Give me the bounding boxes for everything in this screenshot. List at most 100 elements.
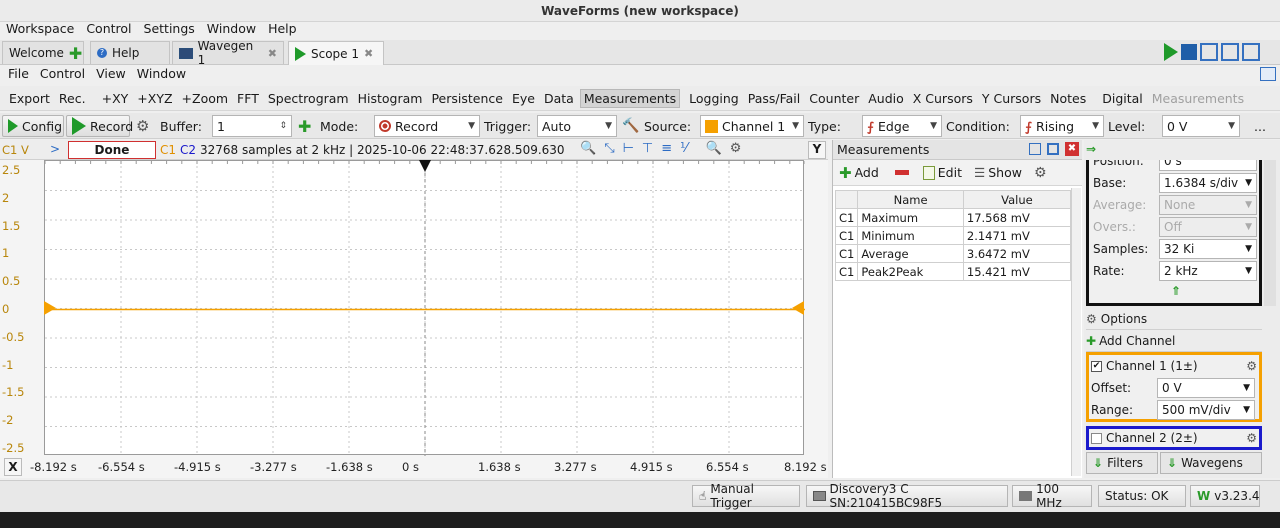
- source-select[interactable]: Channel 1 ▼: [700, 115, 804, 137]
- ribbon-eye[interactable]: Eye: [512, 91, 535, 106]
- ribbon-fft[interactable]: FFT: [237, 91, 259, 106]
- offset-input[interactable]: 0 V ▼: [1157, 378, 1255, 398]
- stop-all-icon[interactable]: [1181, 44, 1197, 60]
- zoom-icon[interactable]: 🔍: [580, 141, 596, 156]
- ribbon-counter[interactable]: Counter: [809, 91, 859, 106]
- zoom-area-icon[interactable]: ⤡: [604, 141, 614, 156]
- scale-icon[interactable]: ⅟: [680, 141, 687, 156]
- close-icon[interactable]: ✖: [268, 47, 277, 60]
- version-button[interactable]: W v3.23.4: [1190, 485, 1260, 507]
- device-button[interactable]: Discovery3 C SN:210415BC98F5: [806, 482, 1008, 510]
- restore-icon[interactable]: [1029, 143, 1041, 155]
- y-axis-button[interactable]: Y: [808, 141, 826, 159]
- maximize-icon[interactable]: [1047, 143, 1059, 155]
- tab-help[interactable]: ? Help: [90, 41, 170, 64]
- ribbon-export[interactable]: Export: [9, 91, 50, 106]
- menu-settings[interactable]: Settings: [144, 22, 195, 40]
- base-select[interactable]: 1.6384 s/div ▼: [1159, 173, 1257, 193]
- close-icon[interactable]: ✖: [1065, 142, 1079, 156]
- ribbon-xy[interactable]: +XY: [102, 91, 129, 106]
- options-row[interactable]: ⚙ Options: [1086, 308, 1262, 330]
- show-measurement-button[interactable]: ☰ Show: [974, 165, 1022, 180]
- c1-tag[interactable]: C1: [160, 143, 176, 157]
- menu-view[interactable]: View: [96, 66, 126, 84]
- table-row[interactable]: C1 Average 3.6472 mV: [834, 244, 1072, 263]
- ribbon-notes[interactable]: Notes: [1050, 91, 1086, 106]
- ribbon-histogram[interactable]: Histogram: [358, 91, 423, 106]
- samples-select[interactable]: 32 Ki ▼: [1159, 239, 1257, 259]
- config-button[interactable]: Config: [2, 115, 64, 137]
- trigger-level-marker[interactable]: [792, 301, 804, 315]
- zoom-y-icon[interactable]: ⊤: [642, 141, 653, 156]
- run-all-icon[interactable]: [1164, 43, 1178, 61]
- settings-scrollbar[interactable]: [1264, 160, 1276, 306]
- ribbon-x-cursors[interactable]: X Cursors: [913, 91, 973, 106]
- more-button[interactable]: ...: [1254, 115, 1266, 137]
- measurements-scrollbar[interactable]: [1071, 188, 1081, 476]
- tab-scope-1[interactable]: Scope 1 ✖: [288, 41, 384, 65]
- filters-button[interactable]: ⇓ Filters: [1086, 452, 1158, 474]
- zoom-out-icon[interactable]: 🔍: [706, 141, 722, 156]
- gear-icon[interactable]: ⚙: [1246, 431, 1257, 445]
- add-plus-icon[interactable]: ✚: [298, 115, 311, 137]
- edit-measurement-button[interactable]: Edit: [922, 165, 962, 180]
- record-button[interactable]: Record: [66, 115, 133, 137]
- hammer-icon[interactable]: 🔨: [622, 115, 639, 137]
- clock-button[interactable]: 100 MHz: [1012, 482, 1092, 510]
- type-select[interactable]: ⨍ Edge ▼: [862, 115, 942, 137]
- ribbon-measurements[interactable]: Measurements: [579, 88, 681, 108]
- ribbon-audio[interactable]: Audio: [868, 91, 904, 106]
- align-icon[interactable]: ≡: [661, 141, 672, 156]
- level-input[interactable]: 0 V ▼: [1162, 115, 1240, 137]
- wavegens-button[interactable]: ⇓ Wavegens: [1160, 452, 1262, 474]
- range-select[interactable]: 500 mV/div ▼: [1157, 400, 1255, 420]
- position-input[interactable]: 0 s: [1159, 160, 1257, 171]
- tab-welcome[interactable]: Welcome ✚: [2, 41, 84, 64]
- table-row[interactable]: C1 Maximum 17.568 mV: [834, 208, 1072, 227]
- zoom-x-icon[interactable]: ⊢: [623, 141, 634, 156]
- ribbon-zoom[interactable]: +Zoom: [182, 91, 229, 106]
- remove-measurement-button[interactable]: [894, 170, 909, 175]
- plot-canvas[interactable]: [44, 160, 806, 456]
- arrow-up-icon[interactable]: ⇑: [1171, 284, 1181, 298]
- menu-workspace[interactable]: Workspace: [6, 22, 74, 40]
- ribbon-persistence[interactable]: Persistence: [431, 91, 503, 106]
- menu-window[interactable]: Window: [207, 22, 256, 40]
- status-button[interactable]: Status: OK: [1098, 485, 1186, 507]
- menu-control[interactable]: Control: [86, 22, 131, 40]
- ribbon-data[interactable]: Data: [544, 91, 574, 106]
- ribbon-xyz[interactable]: +XYZ: [137, 91, 172, 106]
- manual-trigger-button[interactable]: ☝ Manual Trigger: [692, 482, 800, 510]
- gear-icon[interactable]: ⚙: [1246, 359, 1257, 373]
- table-row[interactable]: C1 Minimum 2.1471 mV: [834, 226, 1072, 245]
- close-icon[interactable]: ✖: [364, 47, 373, 60]
- ribbon-logging[interactable]: Logging: [689, 91, 739, 106]
- trigger-select[interactable]: Auto ▼: [537, 115, 617, 137]
- channel1-checkbox[interactable]: ✔: [1091, 360, 1102, 372]
- menu-file[interactable]: File: [8, 66, 29, 84]
- x-axis-button[interactable]: X: [4, 458, 22, 476]
- overs-select[interactable]: Off ▼: [1159, 217, 1257, 237]
- add-measurement-button[interactable]: ✚ Add: [839, 164, 879, 182]
- mode-select[interactable]: Record ▼: [374, 115, 480, 137]
- tab-wavegen-1[interactable]: Wavegen 1 ✖: [172, 39, 284, 67]
- add-channel-row[interactable]: ✚ Add Channel: [1086, 330, 1262, 352]
- trigger-position-marker[interactable]: [419, 160, 431, 172]
- gear-icon[interactable]: ⚙: [730, 141, 742, 156]
- window-split-icon[interactable]: [1221, 43, 1239, 61]
- channel1-offset-marker[interactable]: [44, 301, 56, 315]
- ribbon-y-cursors[interactable]: Y Cursors: [982, 91, 1041, 106]
- average-select[interactable]: None ▼: [1159, 195, 1257, 215]
- rate-select[interactable]: 2 kHz ▼: [1159, 261, 1257, 281]
- float-window-icon[interactable]: [1260, 67, 1276, 81]
- table-row[interactable]: C1 Peak2Peak 15.421 mV: [834, 262, 1072, 281]
- channel2-checkbox[interactable]: [1091, 432, 1102, 444]
- arrow-right-icon[interactable]: ⇒: [1086, 142, 1096, 156]
- gear-icon[interactable]: ⚙: [136, 115, 149, 137]
- window-dock-icon[interactable]: [1242, 43, 1260, 61]
- menu-scope-window[interactable]: Window: [137, 66, 186, 84]
- waveform-plot[interactable]: [44, 161, 806, 456]
- chevron-right-icon[interactable]: >: [50, 142, 60, 156]
- menu-scope-control[interactable]: Control: [40, 66, 85, 84]
- window-stack-icon[interactable]: [1200, 43, 1218, 61]
